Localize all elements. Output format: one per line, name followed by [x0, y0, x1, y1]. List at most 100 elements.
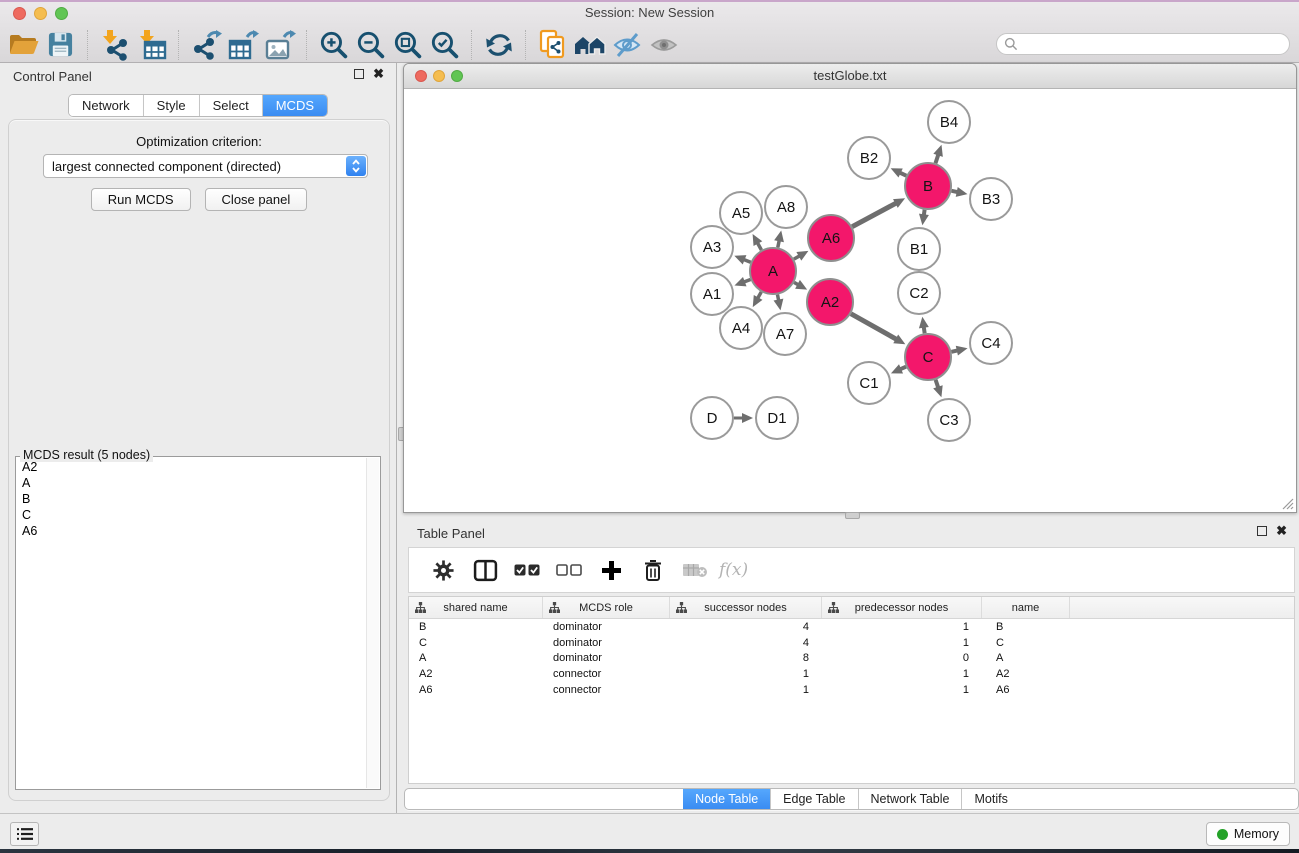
table-row-A2[interactable]: A2connector11A2: [409, 666, 1294, 682]
run-mcds-button[interactable]: Run MCDS: [91, 188, 191, 211]
network-window-titlebar[interactable]: testGlobe.txt: [404, 64, 1296, 89]
cell-predecessor-nodes[interactable]: 1: [822, 684, 982, 696]
cell-MCDS-role[interactable]: dominator: [543, 652, 670, 664]
session-title: Session: New Session: [0, 2, 1299, 24]
save-session-icon[interactable]: [42, 28, 79, 62]
select-all-columns-icon[interactable]: [513, 556, 541, 584]
first-neighbors-icon[interactable]: [571, 28, 608, 62]
cell-successor-nodes[interactable]: 1: [670, 684, 822, 696]
cell-successor-nodes[interactable]: 4: [670, 637, 822, 649]
show-all-icon[interactable]: [645, 28, 682, 62]
search-field[interactable]: [996, 33, 1290, 55]
cell-MCDS-role[interactable]: connector: [543, 684, 670, 696]
close-table-panel-icon[interactable]: ✖: [1276, 525, 1287, 537]
close-panel-button[interactable]: Close panel: [205, 188, 308, 211]
export-table-icon[interactable]: [224, 28, 261, 62]
deselect-all-columns-icon[interactable]: [555, 556, 583, 584]
float-table-panel-icon[interactable]: [1257, 526, 1267, 536]
cell-predecessor-nodes[interactable]: 1: [822, 621, 982, 633]
select-columns-icon[interactable]: [471, 556, 499, 584]
table-settings-gear-icon[interactable]: [429, 556, 457, 584]
result-item-A6[interactable]: A6: [17, 523, 365, 539]
cell-shared-name[interactable]: A2: [409, 668, 543, 680]
zoom-window-button[interactable]: [55, 7, 68, 20]
column-header-MCDS-role[interactable]: MCDS role: [543, 597, 670, 618]
table-row-A6[interactable]: A6connector11A6: [409, 682, 1294, 698]
cell-successor-nodes[interactable]: 4: [670, 621, 822, 633]
network-zoom-button[interactable]: [451, 70, 463, 82]
new-network-from-selection-icon[interactable]: [534, 28, 571, 62]
zoom-out-icon[interactable]: [352, 28, 389, 62]
tab-select[interactable]: Select: [200, 95, 263, 116]
hide-selected-icon[interactable]: [608, 28, 645, 62]
export-image-icon[interactable]: [261, 28, 298, 62]
import-network-icon[interactable]: [96, 28, 133, 62]
cell-shared-name[interactable]: C: [409, 637, 543, 649]
tab-node-table[interactable]: Node Table: [683, 789, 771, 809]
column-header-shared-name[interactable]: shared name: [409, 597, 543, 618]
close-window-button[interactable]: [13, 7, 26, 20]
function-builder-icon: f(x): [719, 560, 748, 580]
table-row-C[interactable]: Cdominator41C: [409, 635, 1294, 651]
cell-successor-nodes[interactable]: 8: [670, 652, 822, 664]
zoom-fit-icon[interactable]: [389, 28, 426, 62]
cell-name[interactable]: A2: [982, 668, 1070, 680]
tab-edge-table[interactable]: Edge Table: [771, 789, 858, 809]
tab-style[interactable]: Style: [144, 95, 200, 116]
graph-edge-A6-B[interactable]: [852, 203, 897, 227]
result-item-A[interactable]: A: [17, 475, 365, 491]
network-canvas[interactable]: B4B2BB3A8A5A6A3B1AA1C2A2A4A7C4CC1DD1C3: [404, 89, 1296, 512]
cell-name[interactable]: A6: [982, 684, 1070, 696]
cell-predecessor-nodes[interactable]: 0: [822, 652, 982, 664]
result-item-C[interactable]: C: [17, 507, 365, 523]
result-item-B[interactable]: B: [17, 491, 365, 507]
task-history-button[interactable]: [10, 822, 39, 846]
minimize-window-button[interactable]: [34, 7, 47, 20]
column-header-successor-nodes[interactable]: successor nodes: [670, 597, 822, 618]
cell-MCDS-role[interactable]: dominator: [543, 621, 670, 633]
tab-motifs[interactable]: Motifs: [962, 789, 1019, 809]
refresh-layout-icon[interactable]: [480, 28, 517, 62]
table-row-B[interactable]: Bdominator41B: [409, 619, 1294, 635]
network-minimize-button[interactable]: [433, 70, 445, 82]
cell-shared-name[interactable]: A6: [409, 684, 543, 696]
tab-mcds[interactable]: MCDS: [263, 95, 327, 116]
list-icon: [16, 827, 34, 841]
column-header-name[interactable]: name: [982, 597, 1070, 618]
cell-name[interactable]: B: [982, 621, 1070, 633]
dropdown-stepper-icon: [346, 156, 366, 176]
cell-name[interactable]: A: [982, 652, 1070, 664]
import-table-icon[interactable]: [133, 28, 170, 62]
network-close-button[interactable]: [415, 70, 427, 82]
table-row-A[interactable]: Adominator80A: [409, 651, 1294, 667]
tab-network-table[interactable]: Network Table: [859, 789, 963, 809]
tab-network[interactable]: Network: [69, 95, 144, 116]
cell-MCDS-role[interactable]: connector: [543, 668, 670, 680]
cell-predecessor-nodes[interactable]: 1: [822, 637, 982, 649]
memory-button[interactable]: Memory: [1206, 822, 1290, 846]
open-session-icon[interactable]: [5, 28, 42, 62]
cell-name[interactable]: C: [982, 637, 1070, 649]
search-input[interactable]: [1018, 35, 1289, 53]
cell-predecessor-nodes[interactable]: 1: [822, 668, 982, 680]
criterion-dropdown[interactable]: largest connected component (directed): [43, 154, 368, 178]
float-panel-icon[interactable]: [354, 69, 364, 79]
cell-shared-name[interactable]: B: [409, 621, 543, 633]
cell-MCDS-role[interactable]: dominator: [543, 637, 670, 649]
graph-node-label-A8: A8: [777, 199, 795, 216]
cell-successor-nodes[interactable]: 1: [670, 668, 822, 680]
window-resize-grip[interactable]: [1280, 496, 1294, 510]
graph-edge-A2-C[interactable]: [851, 314, 898, 340]
cell-shared-name[interactable]: A: [409, 652, 543, 664]
create-new-column-icon[interactable]: [597, 556, 625, 584]
result-scrollbar[interactable]: [366, 458, 379, 788]
close-panel-icon[interactable]: ✖: [373, 68, 384, 80]
result-item-A2[interactable]: A2: [17, 459, 365, 475]
node-table[interactable]: shared nameMCDS rolesuccessor nodesprede…: [408, 596, 1295, 784]
horizontal-split-handle[interactable]: [845, 512, 860, 519]
delete-columns-trash-icon[interactable]: [639, 556, 667, 584]
zoom-selected-icon[interactable]: [426, 28, 463, 62]
zoom-in-icon[interactable]: [315, 28, 352, 62]
column-header-predecessor-nodes[interactable]: predecessor nodes: [822, 597, 982, 618]
export-network-icon[interactable]: [187, 28, 224, 62]
